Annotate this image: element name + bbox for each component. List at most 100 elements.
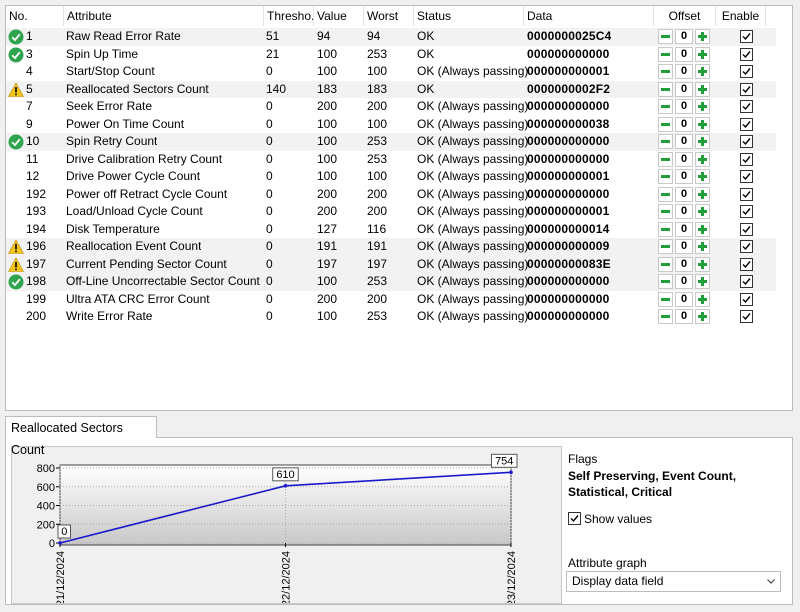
offset-value[interactable]: 0 xyxy=(675,151,693,167)
offset-increment-button[interactable] xyxy=(695,116,710,132)
table-row[interactable]: 194 Disk Temperature 0 127 116 OK (Always pas… xyxy=(6,221,776,239)
table-row[interactable]: 200 Write Error Rate 0 100 253 OK (Always pas… xyxy=(6,308,776,326)
table-row[interactable]: 196 Reallocation Event Count 0 191 191 OK (Al… xyxy=(6,238,776,256)
table-row[interactable]: 1 Raw Read Error Rate 51 94 94 OK 0000000025C4… xyxy=(6,28,776,46)
offset-decrement-button[interactable] xyxy=(658,46,673,62)
offset-value[interactable]: 0 xyxy=(675,99,693,114)
header-col-status[interactable]: Status xyxy=(414,6,524,26)
offset-decrement-button[interactable] xyxy=(658,186,673,202)
offset-decrement-button[interactable] xyxy=(658,291,673,307)
header-col-attribute[interactable]: Attribute xyxy=(64,6,264,26)
offset-decrement-button[interactable] xyxy=(658,64,673,79)
enable-checkbox[interactable] xyxy=(740,240,753,253)
offset-increment-button[interactable] xyxy=(695,99,710,114)
tab-reallocated-sectors-count[interactable]: Reallocated Sectors Count xyxy=(5,416,157,457)
enable-checkbox[interactable] xyxy=(740,292,753,306)
offset-increment-button[interactable] xyxy=(695,291,710,307)
offset-value[interactable]: 0 xyxy=(675,169,693,184)
offset-increment-button[interactable] xyxy=(695,274,710,289)
enable-checkbox[interactable] xyxy=(740,100,753,113)
offset-increment-button[interactable] xyxy=(695,204,710,219)
enable-checkbox[interactable] xyxy=(740,222,753,236)
offset-value[interactable]: 0 xyxy=(675,29,693,44)
table-row[interactable]: 4 Start/Stop Count 0 100 100 OK (Always passi… xyxy=(6,63,776,81)
offset-decrement-button[interactable] xyxy=(658,221,673,237)
offset-decrement-button[interactable] xyxy=(658,29,673,44)
enable-checkbox[interactable] xyxy=(740,135,753,148)
header-col-no[interactable]: No. xyxy=(6,6,64,26)
offset-decrement-button[interactable] xyxy=(658,134,673,149)
offset-decrement-button[interactable] xyxy=(658,256,673,272)
table-row[interactable]: 5 Reallocated Sectors Count 140 183 183 OK 000… xyxy=(6,80,776,98)
header-col-threshold[interactable]: Thresho... xyxy=(264,6,314,26)
offset-value[interactable]: 0 xyxy=(675,116,693,132)
offset-value[interactable]: 0 xyxy=(675,46,693,62)
cell-worst: 200 xyxy=(367,99,388,113)
enable-checkbox[interactable] xyxy=(740,30,753,43)
offset-increment-button[interactable] xyxy=(695,169,710,184)
table-row[interactable]: 12 Drive Power Cycle Count 0 100 100 OK (Alwa… xyxy=(6,168,776,186)
table-row[interactable]: 192 Power off Retract Cycle Count 0 200 200 O… xyxy=(6,186,776,204)
enable-checkbox[interactable] xyxy=(740,65,753,78)
offset-decrement-button[interactable] xyxy=(658,169,673,184)
enable-checkbox[interactable] xyxy=(740,47,753,61)
offset-value[interactable]: 0 xyxy=(675,186,693,202)
enable-checkbox[interactable] xyxy=(740,310,753,323)
table-row[interactable]: 7 Seek Error Rate 0 200 200 OK (Always passin… xyxy=(6,98,776,116)
enable-checkbox[interactable] xyxy=(740,82,753,96)
offset-value[interactable]: 0 xyxy=(675,204,693,219)
offset-increment-button[interactable] xyxy=(695,151,710,167)
offset-decrement-button[interactable] xyxy=(658,204,673,219)
show-values-check-box[interactable] xyxy=(568,512,581,525)
offset-increment-button[interactable] xyxy=(695,239,710,254)
enable-checkbox[interactable] xyxy=(740,275,753,288)
offset-increment-button[interactable] xyxy=(695,134,710,149)
offset-decrement-button[interactable] xyxy=(658,81,673,97)
offset-increment-button[interactable] xyxy=(695,186,710,202)
offset-increment-button[interactable] xyxy=(695,46,710,62)
header-col-offset[interactable]: Offset xyxy=(654,6,716,26)
offset-increment-button[interactable] xyxy=(695,29,710,44)
table-row[interactable]: 3 Spin Up Time 21 100 253 OK 000000000000 0 xyxy=(6,46,776,64)
table-row[interactable]: 199 Ultra ATA CRC Error Count 0 200 200 OK (A… xyxy=(6,291,776,309)
offset-decrement-button[interactable] xyxy=(658,99,673,114)
enable-checkbox[interactable] xyxy=(740,117,753,131)
offset-increment-button[interactable] xyxy=(695,221,710,237)
offset-value[interactable]: 0 xyxy=(675,64,693,79)
enable-checkbox[interactable] xyxy=(740,205,753,218)
offset-decrement-button[interactable] xyxy=(658,151,673,167)
table-row[interactable]: 193 Load/Unload Cycle Count 0 200 200 OK (Alw… xyxy=(6,203,776,221)
table-row[interactable]: 9 Power On Time Count 0 100 100 OK (Always pa… xyxy=(6,116,776,134)
attribute-graph-select[interactable]: Display data field xyxy=(566,571,781,592)
enable-checkbox[interactable] xyxy=(740,170,753,183)
table-row[interactable]: 10 Spin Retry Count 0 100 253 OK (Always pass… xyxy=(6,133,776,151)
enable-checkbox[interactable] xyxy=(740,257,753,271)
offset-value[interactable]: 0 xyxy=(675,239,693,254)
offset-value[interactable]: 0 xyxy=(675,291,693,307)
cell-status: OK xyxy=(417,46,435,61)
cell-value: 100 xyxy=(317,151,338,166)
offset-increment-button[interactable] xyxy=(695,309,710,324)
offset-decrement-button[interactable] xyxy=(658,239,673,254)
offset-increment-button[interactable] xyxy=(695,256,710,272)
header-col-data[interactable]: Data xyxy=(524,6,654,26)
offset-value[interactable]: 0 xyxy=(675,221,693,237)
offset-value[interactable]: 0 xyxy=(675,81,693,97)
enable-checkbox[interactable] xyxy=(740,187,753,201)
header-col-enable[interactable]: Enable xyxy=(716,6,766,26)
header-col-value[interactable]: Value xyxy=(314,6,364,26)
header-col-worst[interactable]: Worst xyxy=(364,6,414,26)
offset-decrement-button[interactable] xyxy=(658,274,673,289)
table-row[interactable]: 197 Current Pending Sector Count 0 197 197 OK… xyxy=(6,255,776,273)
offset-decrement-button[interactable] xyxy=(658,309,673,324)
offset-decrement-button[interactable] xyxy=(658,116,673,132)
table-row[interactable]: 198 Off-Line Uncorrectable Sector Count 0 1… xyxy=(6,273,776,291)
offset-value[interactable]: 0 xyxy=(675,134,693,149)
offset-increment-button[interactable] xyxy=(695,81,710,97)
offset-value[interactable]: 0 xyxy=(675,274,693,289)
enable-checkbox[interactable] xyxy=(740,152,753,166)
table-row[interactable]: 11 Drive Calibration Retry Count 0 100 253 OK… xyxy=(6,151,776,169)
offset-value[interactable]: 0 xyxy=(675,309,693,324)
offset-increment-button[interactable] xyxy=(695,64,710,79)
offset-value[interactable]: 0 xyxy=(675,256,693,272)
